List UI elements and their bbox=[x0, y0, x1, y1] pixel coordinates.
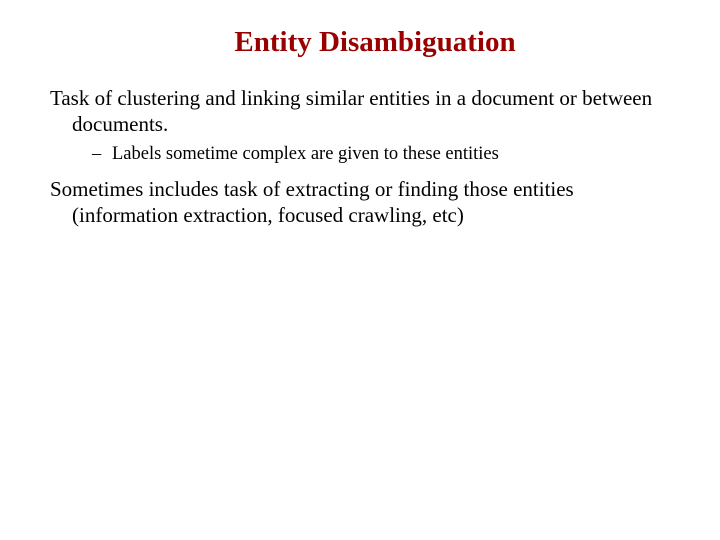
bullet-level-1: Sometimes includes task of extracting or… bbox=[50, 176, 670, 229]
slide-title: Entity Disambiguation bbox=[120, 26, 630, 59]
bullet-level-2: – Labels sometime complex are given to t… bbox=[92, 142, 670, 166]
bullet-level-1: Task of clustering and linking similar e… bbox=[50, 85, 670, 138]
dash-icon: – bbox=[92, 142, 112, 166]
bullet-level-2-text: Labels sometime complex are given to the… bbox=[112, 144, 499, 164]
